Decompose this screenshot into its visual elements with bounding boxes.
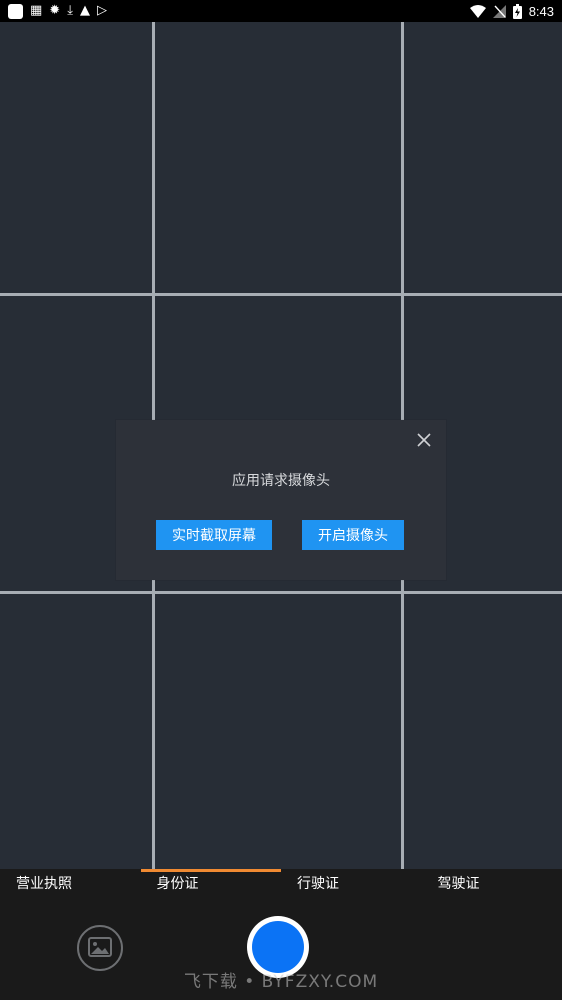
camera-controls: 飞下载 • BYFZXY.COM	[0, 901, 562, 1000]
status-time: 8:43	[528, 3, 554, 19]
status-left: ▦ ✹ ⤓ ▲ ▷	[8, 3, 107, 19]
fire-icon: ✹	[49, 3, 61, 18]
status-right: 8:43	[469, 3, 554, 19]
watermark: 飞下载 • BYFZXY.COM	[183, 972, 379, 992]
tab-driver-license[interactable]: 驾驶证	[422, 869, 562, 901]
grid-line-horizontal	[0, 293, 562, 296]
play-store-icon: ▷	[96, 3, 107, 18]
document-type-tabs: 营业执照 身份证 行驶证 驾驶证	[0, 869, 562, 901]
battery-icon	[512, 3, 522, 19]
download-icon: ⤓	[67, 3, 73, 18]
open-camera-button[interactable]: 开启摄像头	[302, 520, 404, 550]
tab-business-license[interactable]: 营业执照	[0, 869, 141, 901]
wifi-icon	[469, 4, 486, 18]
shutter-inner	[252, 921, 304, 973]
tab-vehicle-license[interactable]: 行驶证	[281, 869, 422, 901]
camera-permission-dialog: 应用请求摄像头 实时截取屏幕 开启摄像头	[116, 420, 446, 580]
grid-line-horizontal	[0, 591, 562, 594]
tab-id-card[interactable]: 身份证	[140, 869, 282, 901]
a-icon: ▲	[79, 3, 90, 18]
dialog-message: 应用请求摄像头	[232, 473, 330, 489]
image-icon	[88, 937, 112, 957]
app-icon	[8, 3, 23, 19]
signal-icon	[492, 4, 506, 18]
screen-capture-button[interactable]: 实时截取屏幕	[156, 520, 272, 550]
news-icon: ▦	[30, 3, 43, 18]
status-bar: ▦ ✹ ⤓ ▲ ▷ 8:43	[0, 0, 562, 22]
close-icon[interactable]	[414, 430, 434, 450]
gallery-button[interactable]	[77, 925, 123, 971]
